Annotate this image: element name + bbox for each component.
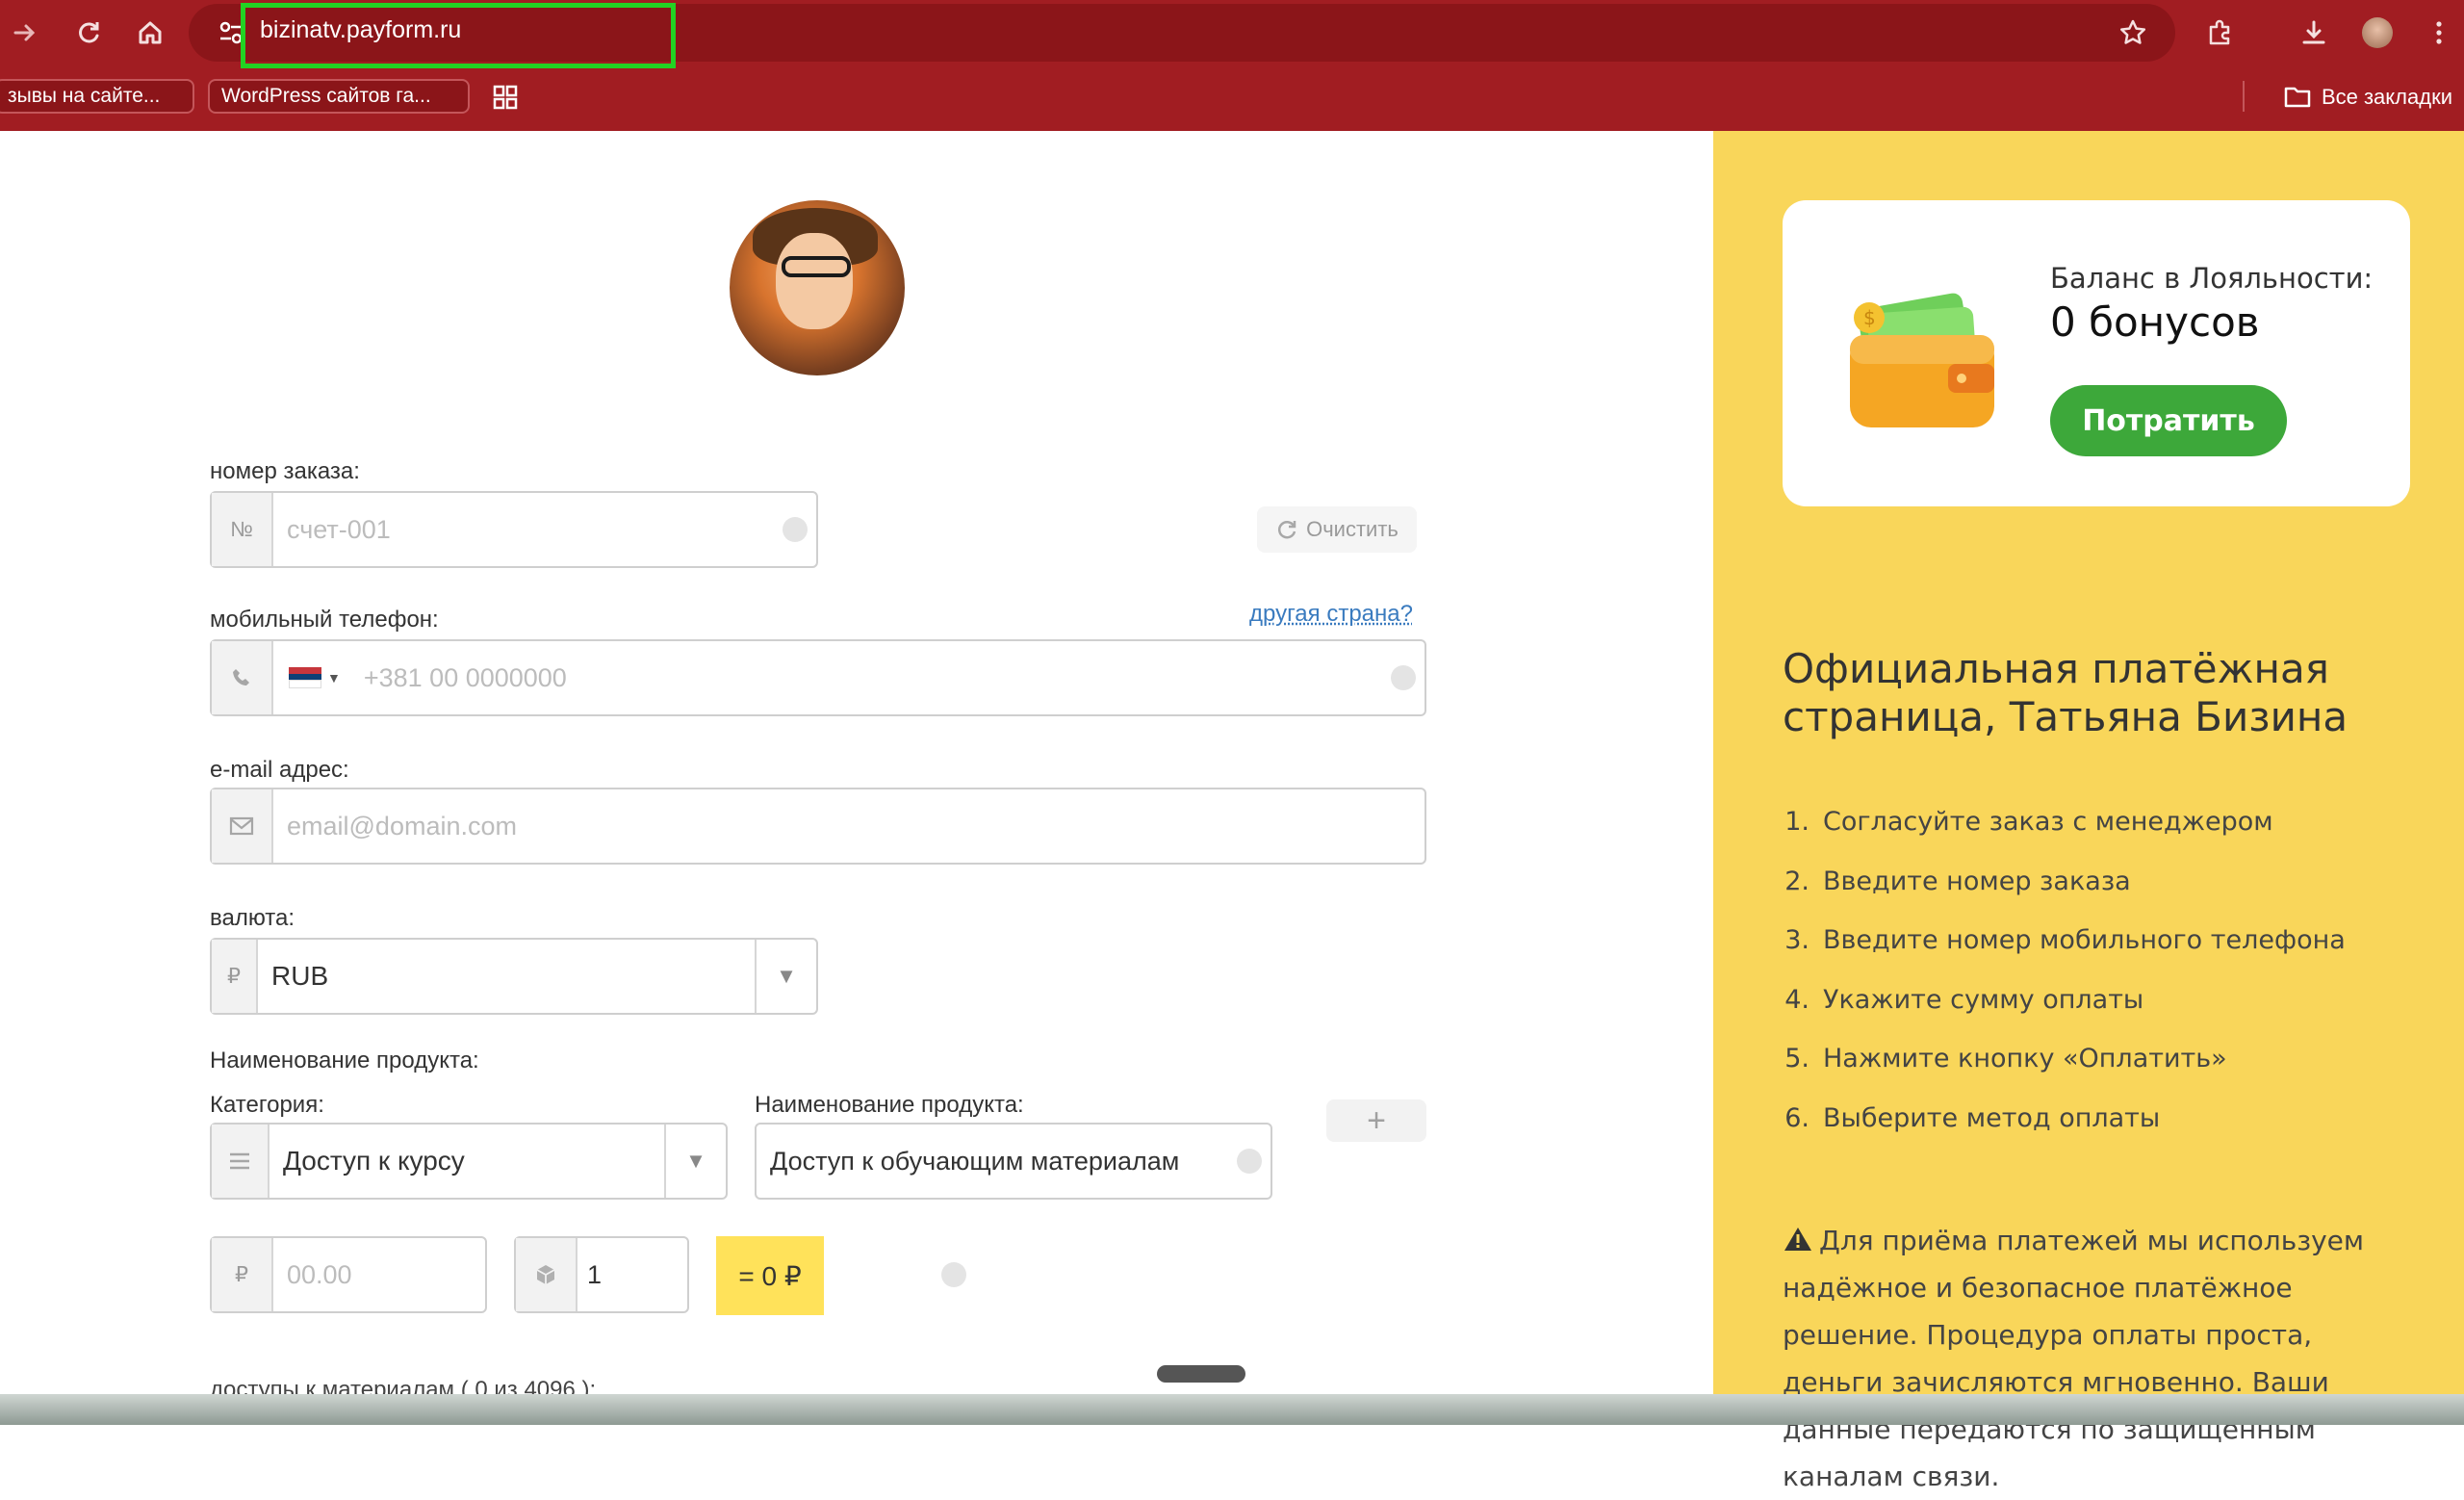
list-item: 1. Согласуйте заказ с менеджером (1784, 807, 2273, 837)
country-selector[interactable]: ▼ (273, 641, 350, 714)
all-bookmarks-button[interactable]: Все закладки (2283, 81, 2452, 114)
warning-icon (1784, 1228, 1811, 1251)
bookmark-item[interactable]: WordPress сайтов га... (208, 79, 470, 114)
phone-input[interactable] (349, 641, 1382, 714)
wallet-icon: $ (1840, 272, 2002, 433)
bookmark-item[interactable]: зывы на сайте... (0, 79, 194, 114)
serbia-flag-icon (289, 667, 321, 689)
bottom-dock-strip (0, 1394, 2464, 1425)
order-number-field: № (210, 491, 818, 568)
category-value: Доступ к курсу (283, 1146, 465, 1176)
envelope-icon (212, 789, 273, 863)
phone-field: ▼ (210, 639, 1426, 716)
chevron-down-icon[interactable]: ▼ (664, 1125, 726, 1198)
clear-button-label: Очистить (1306, 517, 1399, 541)
quantity-field (514, 1236, 966, 1313)
extensions-icon[interactable] (2200, 13, 2239, 52)
price-field: ₽ (210, 1236, 641, 1313)
list-item: 4. Укажите сумму оплаты (1784, 984, 2144, 1015)
security-note: Для приёма платежей мы используем надёжн… (1783, 1217, 2399, 1500)
folder-icon (2284, 87, 2311, 108)
reload-icon[interactable] (69, 13, 108, 52)
refresh-icon (1278, 521, 1296, 539)
currency-select[interactable]: ₽ RUB ▼ (210, 938, 818, 1015)
currency-label: валюта: (210, 905, 295, 931)
loyalty-balance-label: Баланс в Лояльности: (2050, 262, 2374, 295)
url-highlight-box (241, 3, 676, 68)
page-title: Официальная платёжная страница, Татьяна … (1783, 645, 2348, 740)
category-label: Категория: (210, 1092, 324, 1118)
total-badge: = 0 ₽ (716, 1236, 824, 1315)
ruble-icon: ₽ (212, 1238, 273, 1311)
spend-button[interactable]: Потратить (2050, 385, 2287, 456)
email-input[interactable] (273, 789, 1424, 863)
add-product-button[interactable]: + (1326, 1099, 1426, 1142)
email-label: e-mail адрес: (210, 757, 349, 783)
home-icon[interactable] (131, 13, 169, 52)
clear-button[interactable]: Очистить (1257, 506, 1417, 553)
order-number-label: номер заказа: (210, 458, 360, 484)
download-icon[interactable] (2295, 13, 2333, 52)
list-item: 3. Введите номер мобильного телефона (1784, 925, 2346, 955)
chevron-down-icon: ▼ (327, 670, 341, 685)
all-bookmarks-label: Все закладки (2321, 85, 2452, 109)
list-item: 5. Нажмите кнопку «Оплатить» (1784, 1044, 2227, 1073)
ruble-icon: ₽ (212, 940, 258, 1013)
product-name-label: Наименование продукта: (755, 1092, 1024, 1118)
help-icon[interactable] (1382, 641, 1424, 714)
phone-label: мобильный телефон: (210, 607, 439, 633)
help-icon[interactable] (1228, 1125, 1270, 1198)
menu-kebab-icon[interactable] (2420, 13, 2458, 52)
help-icon[interactable] (937, 1238, 970, 1311)
bookmarks-separator (2243, 81, 2245, 112)
security-note-text: Для приёма платежей мы используем надёжн… (1783, 1225, 2365, 1492)
help-icon[interactable] (774, 493, 816, 566)
apps-grid-icon[interactable] (491, 83, 520, 116)
other-country-link[interactable]: другая страна? (1249, 601, 1413, 628)
forward-icon[interactable] (6, 13, 44, 52)
bookmarks-bar: зывы на сайте... WordPress сайтов га... … (0, 75, 2464, 119)
svg-text:$: $ (1863, 306, 1876, 329)
number-sign-icon: № (212, 493, 273, 566)
product-name-field[interactable]: Доступ к обучающим материалам (755, 1123, 1272, 1200)
list-icon (212, 1125, 270, 1198)
chevron-down-icon[interactable]: ▼ (755, 940, 816, 1013)
browser-chrome: bizinatv.payform.ru зывы на сайте... Wor… (0, 0, 2464, 131)
box-icon (516, 1238, 578, 1311)
browser-toolbar: bizinatv.payform.ru (0, 0, 2464, 68)
email-field (210, 788, 1426, 865)
scroll-handle[interactable] (1157, 1365, 1245, 1383)
category-select[interactable]: Доступ к курсу ▼ (210, 1123, 728, 1200)
loyalty-balance-value: 0 бонусов (2050, 298, 2260, 346)
instructions-list: 1. Согласуйте заказ с менеджером 2. Введит… (1783, 807, 2346, 1162)
order-number-input[interactable] (273, 493, 774, 566)
phone-icon (212, 641, 273, 714)
list-item: 6. Выберите метод оплаты (1784, 1102, 2161, 1133)
product-section-label: Наименование продукта: (210, 1047, 479, 1073)
product-name-value: Доступ к обучающим материалам (770, 1146, 1180, 1176)
currency-value: RUB (271, 961, 329, 991)
list-item: 2. Введите номер заказа (1784, 866, 2131, 896)
avatar (730, 200, 905, 375)
bookmark-star-icon[interactable] (2114, 13, 2152, 52)
profile-avatar-icon[interactable] (2358, 13, 2397, 52)
